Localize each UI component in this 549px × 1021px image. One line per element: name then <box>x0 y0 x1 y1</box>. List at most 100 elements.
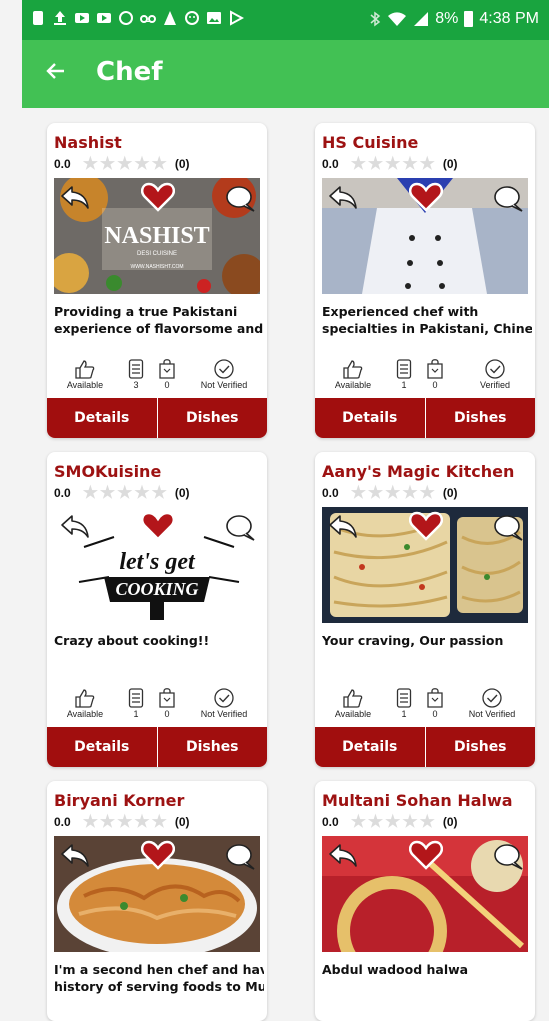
chat-bubble-icon[interactable] <box>492 843 524 871</box>
favorite-heart-icon[interactable] <box>141 511 175 541</box>
menu-count-stat: 1 <box>391 358 417 390</box>
favorite-heart-icon[interactable] <box>141 840 175 870</box>
chat-bubble-icon[interactable] <box>492 185 524 213</box>
shopping-bag-icon <box>427 688 443 708</box>
chef-card[interactable]: HS Cuisine 0.0 ★★★★★ (0) Experienced che… <box>315 123 535 438</box>
star-rating-icon: ★★★★★ <box>350 483 437 502</box>
share-icon[interactable] <box>328 184 358 210</box>
chat-bubble-icon[interactable] <box>224 843 256 871</box>
chef-name: Aany's Magic Kitchen <box>322 462 515 481</box>
chef-description: Abdul wadood halwa <box>322 961 532 978</box>
logo-subtext: DESI CUISINE <box>137 251 177 257</box>
back-arrow-icon[interactable] <box>44 59 68 83</box>
verified-check-icon <box>485 359 505 379</box>
share-icon[interactable] <box>60 184 90 210</box>
favorite-heart-icon[interactable] <box>409 511 443 541</box>
share-icon[interactable] <box>60 513 90 539</box>
verification-label: Verified <box>479 380 511 390</box>
description-line: history of serving foods to Mug.. <box>54 979 264 994</box>
logo-url-text: WWW.NASHISHT.COM <box>130 264 183 270</box>
chef-stats: Available 1 0 Not Verified <box>47 687 267 723</box>
verified-check-icon <box>214 688 234 708</box>
chef-card[interactable]: Multani Sohan Halwa 0.0 ★★★★★ (0) Abdul … <box>315 781 535 1021</box>
thumbs-up-icon <box>75 360 95 379</box>
share-icon[interactable] <box>60 842 90 868</box>
shopping-bag-icon <box>159 359 175 379</box>
chef-description: I'm a second hen chef and have history o… <box>54 961 264 995</box>
order-count-stat: 0 <box>422 358 448 390</box>
logo-text: NASHIST <box>104 223 209 249</box>
details-button[interactable]: Details <box>47 727 157 767</box>
battery-percent: 8% <box>435 10 459 27</box>
chef-card[interactable]: Biryani Korner 0.0 ★★★★★ (0) I'm a secon… <box>47 781 267 1021</box>
play-store-icon <box>230 10 244 26</box>
share-icon[interactable] <box>328 513 358 539</box>
star-rating-icon: ★★★★★ <box>82 483 169 502</box>
chef-rating: 0.0 ★★★★★ (0) <box>322 154 458 174</box>
menu-list-icon <box>396 688 412 708</box>
availability-stat: Available <box>62 358 108 390</box>
card-actions: Details Dishes <box>315 398 535 438</box>
favorite-heart-icon[interactable] <box>409 840 443 870</box>
rating-value: 0.0 <box>322 157 339 171</box>
details-button[interactable]: Details <box>315 727 425 767</box>
chef-image: NASHIST DESI CUISINE WWW.NASHISHT.COM <box>54 178 260 294</box>
dishes-button[interactable]: Dishes <box>424 727 535 767</box>
chef-card[interactable]: Aany's Magic Kitchen 0.0 ★★★★★ (0) Your … <box>315 452 535 767</box>
chat-bubble-icon[interactable] <box>224 185 256 213</box>
battery-icon <box>464 11 474 27</box>
menu-count-stat: 1 <box>123 687 149 719</box>
bluetooth-icon <box>370 11 381 27</box>
chef-card[interactable]: SMOKuisine 0.0 ★★★★★ (0) let's get COOKI… <box>47 452 267 767</box>
chef-card[interactable]: Nashist 0.0 ★★★★★ (0) NASHIST DESI CUISI… <box>47 123 267 438</box>
availability-label: Available <box>334 380 372 390</box>
availability-label: Available <box>66 380 104 390</box>
chef-description: Your craving, Our passion <box>322 632 532 649</box>
chef-name: Biryani Korner <box>54 791 185 810</box>
chat-bubble-icon[interactable] <box>224 514 256 542</box>
chef-image: let's get COOKING <box>54 507 260 623</box>
thumbs-up-icon <box>75 689 95 708</box>
thumbs-up-icon <box>343 689 363 708</box>
star-rating-icon: ★★★★★ <box>350 812 437 831</box>
details-button[interactable]: Details <box>315 398 425 438</box>
description-line: experience of flavorsome and ... <box>54 321 264 336</box>
rating-count: (0) <box>442 815 458 829</box>
verification-stat: Not Verified <box>187 687 261 719</box>
dishes-button[interactable]: Dishes <box>424 398 535 438</box>
chef-description: Providing a true Pakistani experience of… <box>54 303 264 337</box>
signal-icon <box>414 12 429 26</box>
dishes-button[interactable]: Dishes <box>156 398 267 438</box>
rating-count: (0) <box>174 157 190 171</box>
verification-stat: Not Verified <box>187 358 261 390</box>
rating-value: 0.0 <box>322 815 339 829</box>
favorite-heart-icon[interactable] <box>141 182 175 212</box>
rating-count: (0) <box>174 486 190 500</box>
chat-bubble-icon[interactable] <box>492 514 524 542</box>
share-icon[interactable] <box>328 842 358 868</box>
menu-list-icon <box>128 359 144 379</box>
chef-stats: Available 1 0 Verified <box>315 358 535 394</box>
favorite-heart-icon[interactable] <box>409 182 443 212</box>
card-actions: Details Dishes <box>315 727 535 767</box>
availability-stat: Available <box>62 687 108 719</box>
verification-label: Not Verified <box>468 709 516 719</box>
description-line: Experienced chef with <box>322 304 479 319</box>
details-button[interactable]: Details <box>47 398 157 438</box>
dishes-button[interactable]: Dishes <box>156 727 267 767</box>
star-rating-icon: ★★★★★ <box>350 154 437 173</box>
chef-rating: 0.0 ★★★★★ (0) <box>54 812 190 832</box>
status-bar: 8% 4:38 PM <box>22 0 549 40</box>
availability-label: Available <box>66 709 104 719</box>
chef-rating: 0.0 ★★★★★ (0) <box>54 154 190 174</box>
page-title: Chef <box>96 57 163 87</box>
chef-stats: Available 1 0 Not Verified <box>315 687 535 723</box>
rating-count: (0) <box>442 486 458 500</box>
rating-value: 0.0 <box>322 486 339 500</box>
chef-image <box>54 836 260 952</box>
shopping-bag-icon <box>427 359 443 379</box>
availability-label: Available <box>334 709 372 719</box>
verification-label: Not Verified <box>200 380 248 390</box>
description-line: I'm a second hen chef and have <box>54 962 264 977</box>
menu-count: 1 <box>133 709 139 719</box>
